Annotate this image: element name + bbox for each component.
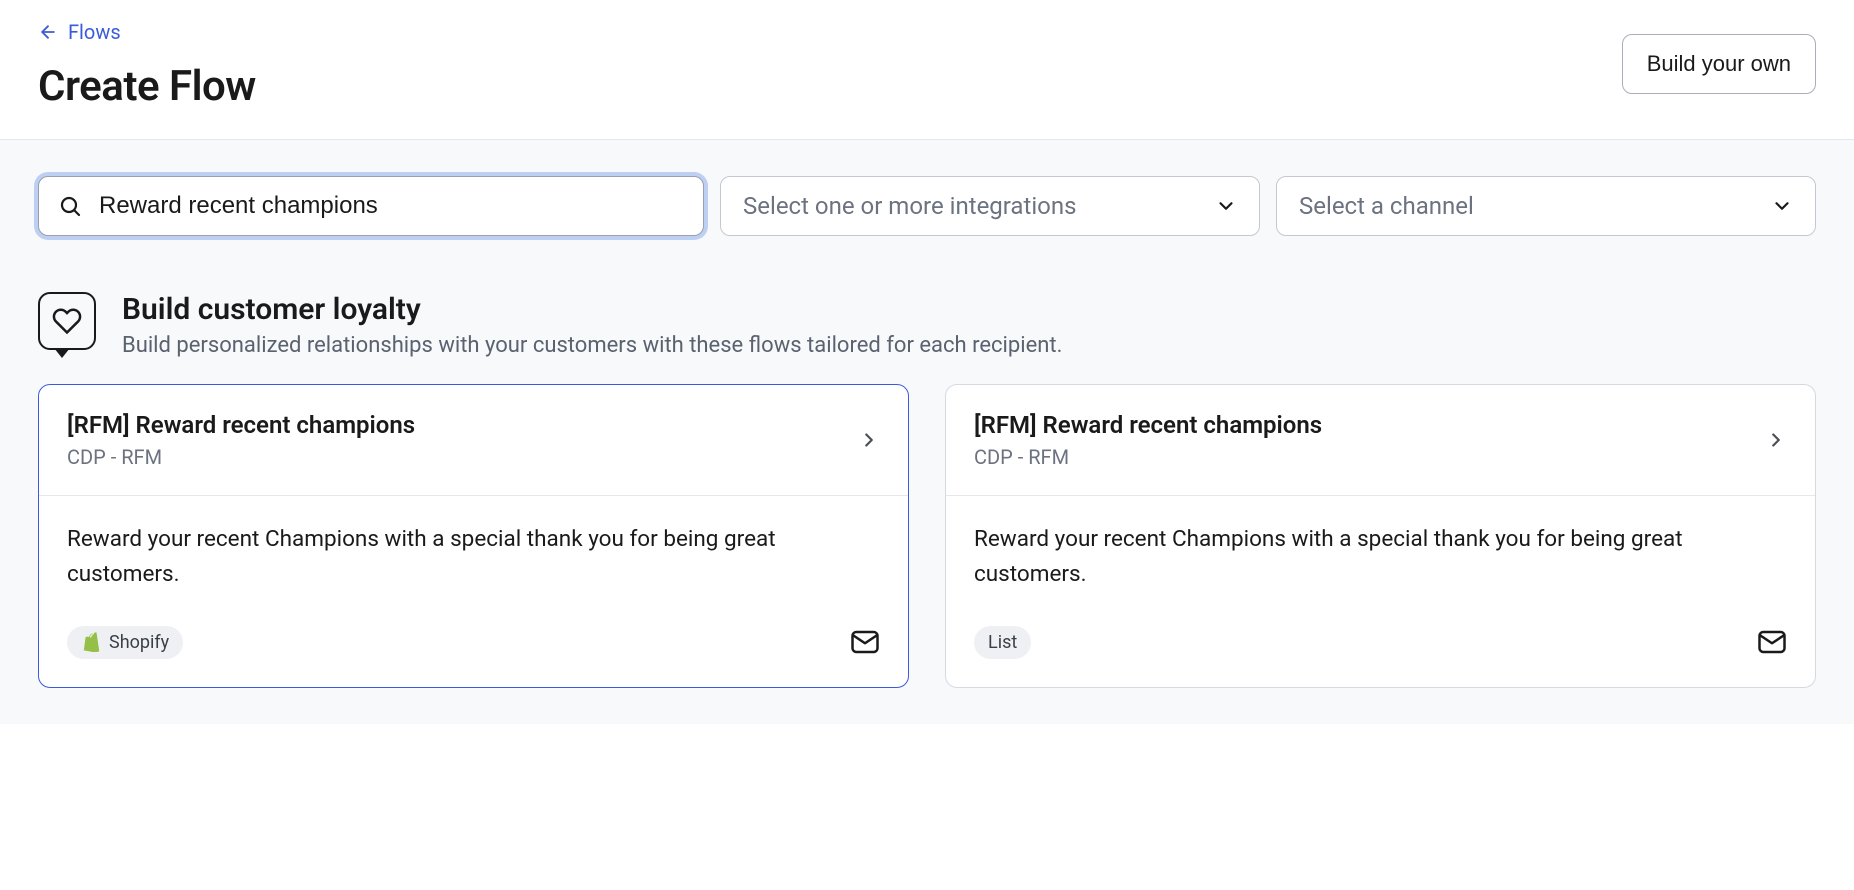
tag-label: Shopify <box>109 632 169 653</box>
header-left: Flows Create Flow <box>38 20 256 111</box>
card-description: Reward your recent Champions with a spec… <box>67 522 880 592</box>
chevron-right-icon <box>1765 429 1787 451</box>
arrow-left-icon <box>38 22 58 42</box>
flow-card[interactable]: [RFM] Reward recent champions CDP - RFM … <box>945 384 1816 688</box>
page-header: Flows Create Flow Build your own <box>0 0 1854 140</box>
card-head: [RFM] Reward recent champions CDP - RFM <box>946 385 1815 496</box>
integrations-placeholder: Select one or more integrations <box>743 192 1077 220</box>
card-body: Reward your recent Champions with a spec… <box>39 496 908 687</box>
cards-grid: [RFM] Reward recent champions CDP - RFM … <box>38 384 1816 688</box>
search-icon <box>58 194 82 218</box>
card-head: [RFM] Reward recent champions CDP - RFM <box>39 385 908 496</box>
search-input[interactable] <box>38 176 704 236</box>
search-wrap <box>38 176 704 236</box>
card-subtitle: CDP - RFM <box>67 445 415 469</box>
page-title: Create Flow <box>38 62 256 111</box>
chevron-down-icon <box>1215 195 1237 217</box>
flow-card[interactable]: [RFM] Reward recent champions CDP - RFM … <box>38 384 909 688</box>
email-icon <box>850 627 880 657</box>
heart-chat-icon <box>38 292 96 350</box>
card-title: [RFM] Reward recent champions <box>974 411 1322 439</box>
channel-placeholder: Select a channel <box>1299 192 1474 220</box>
build-your-own-button[interactable]: Build your own <box>1622 34 1816 94</box>
card-title: [RFM] Reward recent champions <box>67 411 415 439</box>
chevron-right-icon <box>858 429 880 451</box>
email-icon <box>1757 627 1787 657</box>
breadcrumb-flows[interactable]: Flows <box>38 20 256 44</box>
card-body: Reward your recent Champions with a spec… <box>946 496 1815 687</box>
integration-tag: List <box>974 626 1031 659</box>
tag-label: List <box>988 632 1017 653</box>
section-title: Build customer loyalty <box>122 292 1062 327</box>
section-description: Build personalized relationships with yo… <box>122 333 1062 358</box>
card-description: Reward your recent Champions with a spec… <box>974 522 1787 592</box>
content-area: Select one or more integrations Select a… <box>0 140 1854 724</box>
card-footer: Shopify <box>67 626 880 659</box>
section-header: Build customer loyalty Build personalize… <box>38 292 1816 358</box>
card-subtitle: CDP - RFM <box>974 445 1322 469</box>
section-text: Build customer loyalty Build personalize… <box>122 292 1062 358</box>
breadcrumb-label: Flows <box>68 20 121 44</box>
card-footer: List <box>974 626 1787 659</box>
channel-select[interactable]: Select a channel <box>1276 176 1816 236</box>
filter-row: Select one or more integrations Select a… <box>38 176 1816 236</box>
shopify-icon <box>81 632 101 652</box>
integrations-select[interactable]: Select one or more integrations <box>720 176 1260 236</box>
chevron-down-icon <box>1771 195 1793 217</box>
integration-tag: Shopify <box>67 626 183 659</box>
